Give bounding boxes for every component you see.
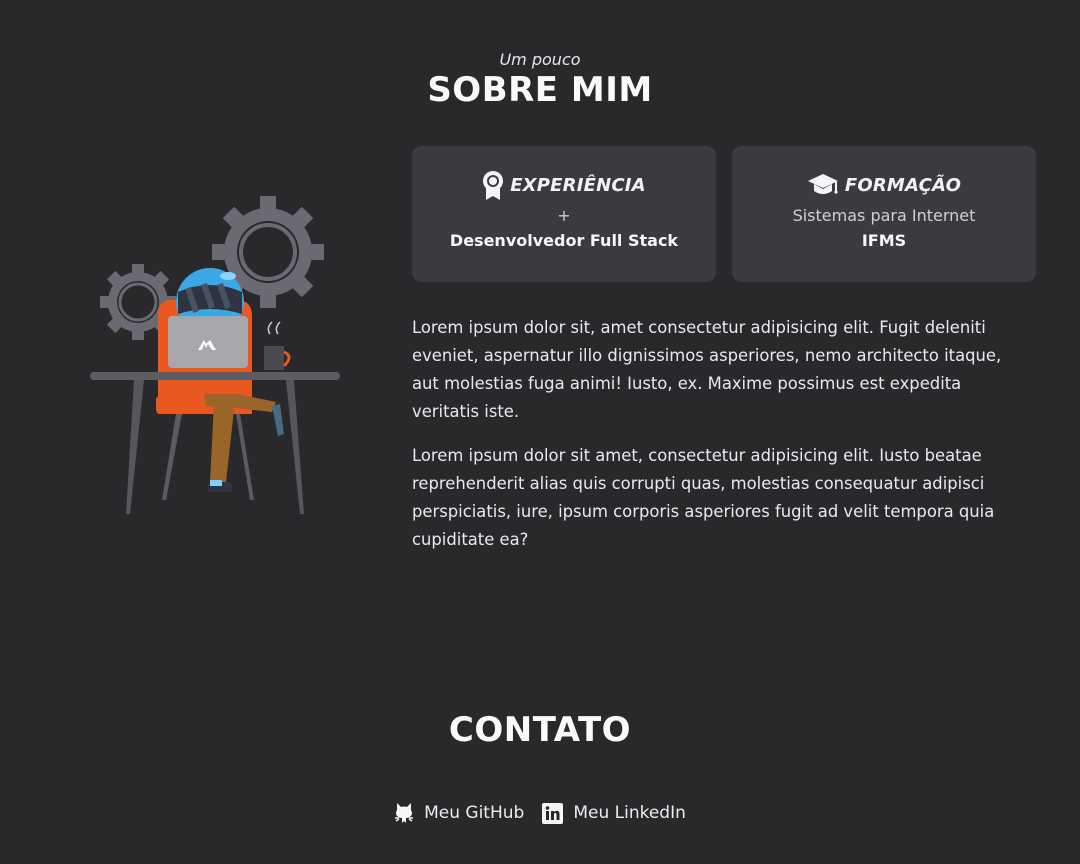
info-cards: EXPERIÊNCIA + Desenvolvedor Full Stack F… [412, 146, 1036, 282]
contact-links: Meu GitHub Meu LinkedIn [0, 802, 1080, 824]
linkedin-label: Meu LinkedIn [573, 803, 686, 823]
experience-card: EXPERIÊNCIA + Desenvolvedor Full Stack [412, 146, 716, 282]
card-title: EXPERIÊNCIA [510, 174, 646, 196]
section-title-about: SOBRE MIM [427, 70, 653, 110]
card-strong: IFMS [861, 231, 907, 250]
linkedin-link[interactable]: Meu LinkedIn [542, 802, 686, 824]
education-card: FORMAÇÃO Sistemas para Internet IFMS [732, 146, 1036, 282]
section-title-contact: CONTATO [448, 710, 632, 750]
award-ribbon-icon [482, 170, 504, 200]
subtitle: Um pouco [499, 50, 581, 69]
linkedin-icon [542, 802, 564, 824]
card-line: Sistemas para Internet [792, 206, 976, 225]
about-paragraph: Lorem ipsum dolor sit, amet consectetur … [412, 318, 1002, 421]
developer-illustration [86, 196, 346, 518]
card-strong: Desenvolvedor Full Stack [449, 231, 679, 250]
github-link[interactable]: Meu GitHub [394, 802, 524, 824]
about-paragraph: Lorem ipsum dolor sit amet, consectetur … [412, 446, 995, 549]
card-line: + [557, 206, 571, 225]
github-label: Meu GitHub [424, 803, 525, 823]
about-text: Lorem ipsum dolor sit, amet consectetur … [412, 314, 1032, 570]
github-icon [394, 802, 414, 824]
card-title: FORMAÇÃO [844, 174, 962, 196]
graduation-cap-icon [807, 172, 839, 198]
